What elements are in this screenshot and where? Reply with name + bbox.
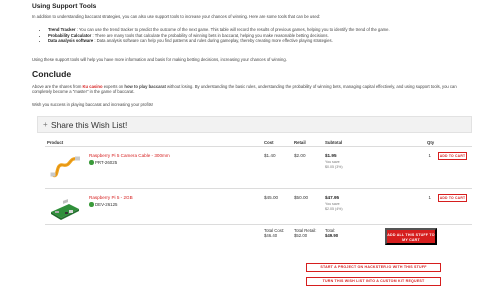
col-header-product: Product: [47, 140, 64, 145]
share-wishlist-header[interactable]: + Share this Wish List!: [37, 116, 472, 133]
col-header-cost: Cost: [264, 140, 274, 145]
qty-value[interactable]: 1: [425, 195, 431, 200]
product-name-link[interactable]: Raspberry Pi 5 Camera Cable - 300mm: [89, 153, 170, 158]
share-wishlist-title: Share this Wish List!: [51, 120, 128, 130]
you-save-amount: $0.05 (3%): [325, 165, 343, 169]
divider: [45, 224, 472, 225]
conclude-pre: Above are the shares from: [32, 84, 83, 89]
total-value: $49.90: [325, 233, 339, 239]
start-hackster-project-button[interactable]: START A PROJECT ON HACKSTER.IO WITH THIS…: [306, 263, 441, 272]
total: Total: $49.90: [325, 228, 338, 239]
support-tools-list: Trend Tracker : You can use the trend tr…: [42, 27, 472, 44]
you-save-label: You save: [325, 202, 340, 206]
add-all-to-cart-button[interactable]: ADD ALL THIS STUFF TO MY CART: [385, 228, 437, 245]
add-to-cart-button[interactable]: ADD TO CART: [438, 152, 467, 160]
you-save-amount: $2.05 (4%): [325, 207, 343, 211]
tool-name: Trend Tracker: [48, 27, 76, 32]
wish-list-panel: + Share this Wish List! Product Cost Ret…: [32, 116, 472, 293]
subtotal-value: $1.95: [325, 153, 337, 158]
total-retail-value: $52.00: [294, 233, 308, 239]
sku-text: PRT-26025: [95, 160, 118, 165]
conclude-bold: how to play baccarat: [124, 84, 166, 89]
total-cost: Total Cost: $46.40: [264, 228, 284, 239]
col-header-retail: Retail: [294, 140, 306, 145]
custom-kit-request-button[interactable]: TURN THIS WISH LIST INTO A CUSTOM KIT RE…: [306, 277, 441, 286]
closing-text: Wish you success in playing baccarat and…: [32, 102, 154, 107]
tool-name: Probability Calculator: [48, 32, 92, 38]
cost-value: $1.40: [264, 153, 276, 158]
add-to-cart-button[interactable]: ADD TO CART: [438, 194, 467, 202]
ku-casino-link[interactable]: Ku casino: [83, 84, 103, 89]
tool-name: Data analysis software: [48, 38, 94, 44]
product-sku: DEV-26125: [89, 202, 117, 207]
raspberry-pi-board-thumbnail[interactable]: [49, 195, 81, 223]
you-save-label: You save: [325, 160, 340, 164]
in-stock-icon: [89, 160, 94, 165]
qty-value[interactable]: 1: [425, 153, 431, 158]
col-header-qty: Qty: [427, 140, 435, 145]
tool-description: : You can use the trend tracker to predi…: [75, 27, 390, 32]
expand-plus-icon[interactable]: +: [43, 120, 48, 129]
table-row: Raspberry Pi 5 - 2GB DEV-26125 $45.00 $5…: [45, 189, 472, 233]
retail-value: $2.00: [294, 153, 306, 158]
conclude-text: Above are the shares from Ku casino expe…: [32, 84, 472, 95]
conclude-heading: Conclude: [32, 69, 72, 79]
support-intro-text: In addition to understanding baccarat st…: [32, 14, 321, 19]
tool-description: : Data analysis software can help you fi…: [93, 38, 333, 44]
product-sku: PRT-26025: [89, 160, 117, 165]
support-outro-text: Using these support tools will help you …: [32, 57, 287, 62]
cost-value: $45.00: [264, 195, 279, 200]
table-row: Raspberry Pi 5 Camera Cable - 300mm PRT-…: [45, 147, 472, 191]
conclude-mid: experts on: [102, 84, 125, 89]
total-cost-value: $46.40: [264, 233, 278, 239]
product-name-link[interactable]: Raspberry Pi 5 - 2GB: [89, 195, 133, 200]
list-item: Data analysis software : Data analysis s…: [48, 38, 472, 44]
retail-value: $50.00: [294, 195, 309, 200]
in-stock-icon: [89, 202, 94, 207]
sku-text: DEV-26125: [95, 202, 118, 207]
support-tools-heading: Using Support Tools: [32, 3, 97, 10]
col-header-subtotal: Subtotal: [325, 140, 343, 145]
tool-description: : There are many tools that calculate th…: [91, 32, 329, 38]
total-retail: Total Retail: $52.00: [294, 228, 316, 239]
camera-cable-thumbnail[interactable]: [49, 153, 81, 181]
subtotal-value: $47.95: [325, 195, 340, 200]
